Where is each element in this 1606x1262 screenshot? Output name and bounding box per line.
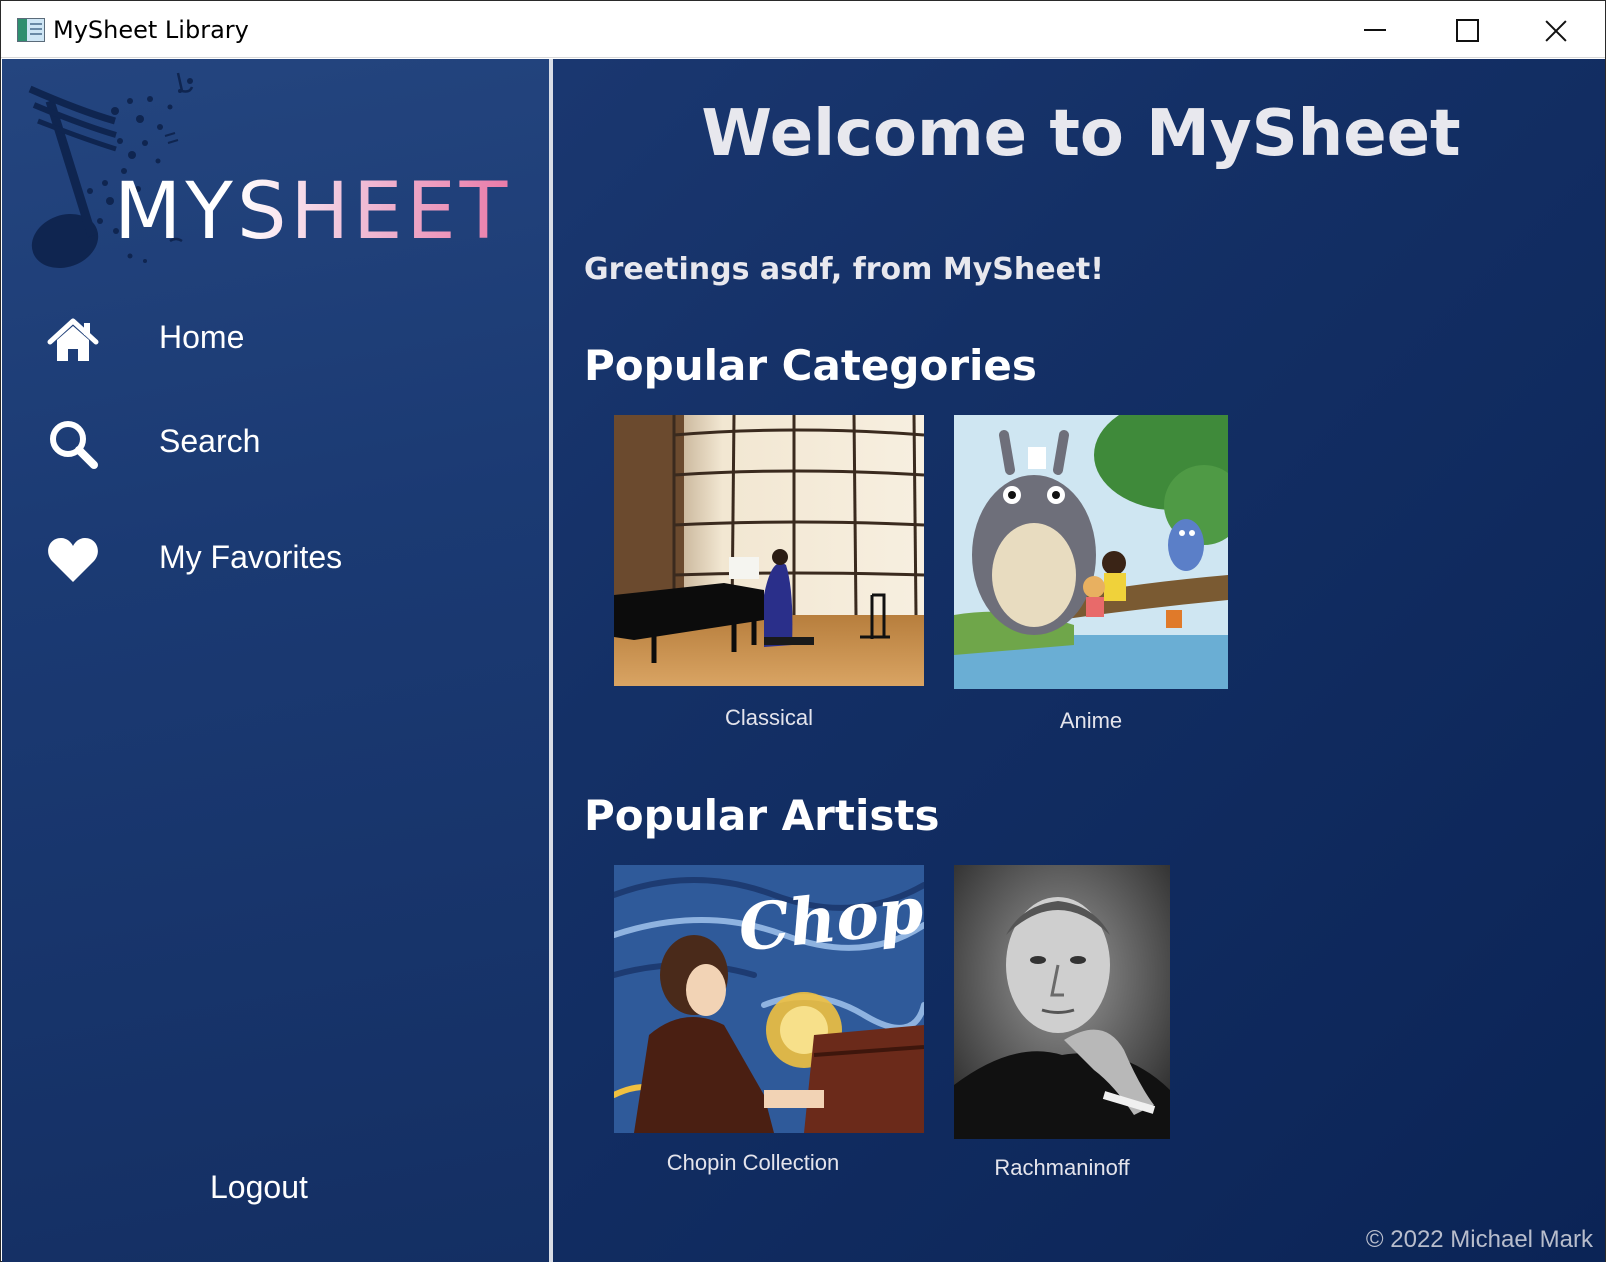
copyright-text: © 2022 Michael Mark — [1365, 1226, 1593, 1253]
app-window: MySheet Library MYSHEET Home Search My F… — [0, 0, 1606, 1262]
logo-wordmark: MYSHEET — [114, 167, 512, 257]
chopin-image: Chopin — [614, 865, 924, 1133]
logo: MYSHEET — [20, 71, 510, 281]
main-content: Welcome to MySheet Greetings asdf, from … — [557, 59, 1605, 1262]
close-button[interactable] — [1511, 1, 1603, 58]
minimize-button[interactable] — [1327, 1, 1419, 58]
sidebar-item-search[interactable]: Search — [2, 403, 549, 483]
sidebar-item-label: Home — [159, 319, 245, 355]
artist-card-rachmaninoff[interactable]: Rachmaninoff — [954, 865, 1170, 1195]
greeting-text: Greetings asdf, from MySheet! — [584, 252, 1104, 287]
sidebar-item-home[interactable]: Home — [2, 299, 549, 379]
classical-image — [614, 415, 924, 686]
category-label: Anime — [1059, 708, 1123, 733]
categories-heading: Popular Categories — [584, 341, 1037, 390]
maximize-button[interactable] — [1419, 1, 1511, 58]
category-card-anime[interactable]: Anime — [954, 415, 1228, 745]
sidebar-item-favorites[interactable]: My Favorites — [2, 519, 549, 599]
search-icon — [50, 421, 98, 469]
logout-button[interactable]: Logout — [210, 1169, 308, 1206]
anime-image — [954, 415, 1228, 689]
artist-card-chopin[interactable]: Chopin Chopin Collection — [614, 865, 924, 1185]
heart-icon — [48, 538, 98, 582]
sidebar: MYSHEET Home Search My Favorites Logout — [2, 59, 553, 1262]
home-icon — [47, 318, 99, 361]
window-title: MySheet Library — [53, 16, 249, 44]
client-area: MYSHEET Home Search My Favorites Logout … — [2, 59, 1605, 1262]
sidebar-item-label: Search — [159, 423, 261, 459]
title-bar: MySheet Library — [1, 1, 1605, 58]
category-card-classical[interactable]: Classical — [614, 415, 924, 745]
rachmaninoff-image — [954, 865, 1170, 1139]
page-title: Welcome to MySheet — [701, 97, 1461, 171]
artist-label: Chopin Collection — [666, 1150, 840, 1175]
sidebar-item-label: My Favorites — [159, 539, 343, 575]
artist-label: Rachmaninoff — [994, 1155, 1130, 1180]
category-label: Classical — [724, 705, 814, 730]
app-icon — [17, 18, 45, 42]
artists-heading: Popular Artists — [584, 791, 940, 840]
